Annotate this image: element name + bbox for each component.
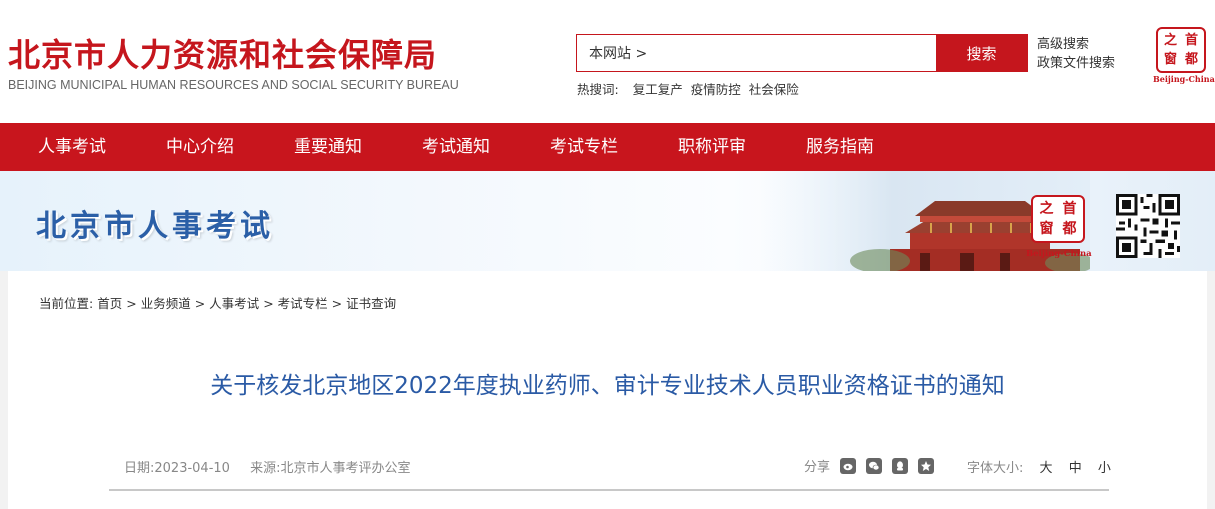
breadcrumb-item[interactable]: 人事考试	[209, 296, 259, 311]
nav-item-about[interactable]: 中心介绍	[136, 123, 264, 171]
site-subtitle: BEIJING MUNICIPAL HUMAN RESOURCES AND SO…	[8, 78, 459, 92]
capital-window-seal-logo: 之 首 窗 都	[1031, 195, 1085, 243]
font-size-large-button[interactable]: 大	[1040, 461, 1053, 476]
content-panel: 当前位置: 首页 > 业务频道 > 人事考试 > 考试专栏 > 证书查询 关于核发北京地…	[8, 271, 1207, 509]
nav-item-exam-column[interactable]: 考试专栏	[520, 123, 648, 171]
seal-char: 首	[1184, 33, 1198, 48]
font-size-control: 字体大小: 大 中 小	[967, 457, 1111, 476]
site-title[interactable]: 北京市人力资源和社会保障局	[8, 30, 437, 76]
divider	[109, 489, 1109, 491]
search-box: 搜索	[576, 34, 1028, 72]
breadcrumb-label: 当前位置:	[39, 296, 94, 311]
qq-share-icon[interactable]	[892, 457, 909, 474]
article-date: 日期:2023-04-10	[124, 461, 230, 476]
article-title: 关于核发北京地区2022年度执业药师、审计专业技术人员职业资格证书的通知	[210, 373, 1005, 399]
banner-title: 北京市人事考试	[36, 209, 274, 244]
weibo-share-icon[interactable]	[840, 457, 857, 474]
breadcrumb-separator: >	[126, 296, 137, 311]
breadcrumb-item[interactable]: 业务频道	[141, 296, 191, 311]
nav-item-exam[interactable]: 人事考试	[8, 123, 136, 171]
breadcrumb-item[interactable]: 考试专栏	[278, 296, 328, 311]
search-button[interactable]: 搜索	[936, 35, 1027, 71]
share-bar: 分享	[804, 456, 944, 475]
breadcrumb-separator: >	[331, 296, 343, 311]
breadcrumb-item[interactable]: 证书查询	[346, 296, 396, 311]
font-size-label: 字体大小:	[967, 461, 1024, 476]
capital-window-seal-logo[interactable]: 之 首 窗 都	[1156, 27, 1206, 73]
hot-search-label: 热搜词:	[577, 82, 619, 97]
seal-char: 都	[1062, 221, 1077, 237]
nav-item-notices[interactable]: 重要通知	[264, 123, 392, 171]
seal-caption: Beijing-China	[1153, 74, 1215, 84]
breadcrumb-separator: >	[263, 296, 274, 311]
banner: 北京市人事考试 之 首 窗 都 Beijing-China	[0, 171, 1215, 271]
seal-char: 之	[1163, 33, 1177, 48]
article-source: 来源:北京市人事考评办公室	[250, 461, 411, 476]
nav-item-service-guide[interactable]: 服务指南	[776, 123, 904, 171]
hot-term[interactable]: 复工复产	[633, 82, 683, 97]
search-input[interactable]	[577, 35, 937, 71]
policy-search-link[interactable]: 政策文件搜索	[1037, 54, 1115, 73]
seal-char: 首	[1062, 201, 1077, 217]
main-nav: 人事考试 中心介绍 重要通知 考试通知 考试专栏 职称评审 服务指南	[0, 123, 1215, 171]
seal-char: 窗	[1039, 221, 1054, 237]
breadcrumb-item[interactable]: 首页	[97, 296, 122, 311]
seal-char: 窗	[1163, 52, 1177, 67]
seal-char: 之	[1039, 201, 1054, 217]
article-meta: 日期:2023-04-10 来源:北京市人事考评办公室	[124, 457, 410, 476]
breadcrumb-separator: >	[194, 296, 206, 311]
advanced-links: 高级搜索 政策文件搜索	[1037, 35, 1115, 73]
qr-code-image	[1116, 194, 1180, 258]
advanced-search-link[interactable]: 高级搜索	[1037, 35, 1115, 54]
nav-item-exam-notices[interactable]: 考试通知	[392, 123, 520, 171]
hot-search: 热搜词: 复工复产 疫情防控 社会保险	[577, 79, 803, 98]
font-size-medium-button[interactable]: 中	[1069, 461, 1082, 476]
nav-item-title-review[interactable]: 职称评审	[648, 123, 776, 171]
share-label: 分享	[804, 460, 831, 475]
breadcrumb: 当前位置: 首页 > 业务频道 > 人事考试 > 考试专栏 > 证书查询	[39, 293, 396, 312]
qzone-share-icon[interactable]	[918, 457, 935, 474]
seal-char: 都	[1184, 52, 1198, 67]
wechat-share-icon[interactable]	[866, 457, 883, 474]
seal-caption: Beijing-China	[1026, 249, 1092, 259]
hot-term[interactable]: 疫情防控	[691, 82, 741, 97]
hot-term[interactable]: 社会保险	[749, 82, 799, 97]
font-size-small-button[interactable]: 小	[1098, 461, 1111, 476]
site-header: 北京市人力资源和社会保障局 BEIJING MUNICIPAL HUMAN RE…	[0, 0, 1215, 123]
